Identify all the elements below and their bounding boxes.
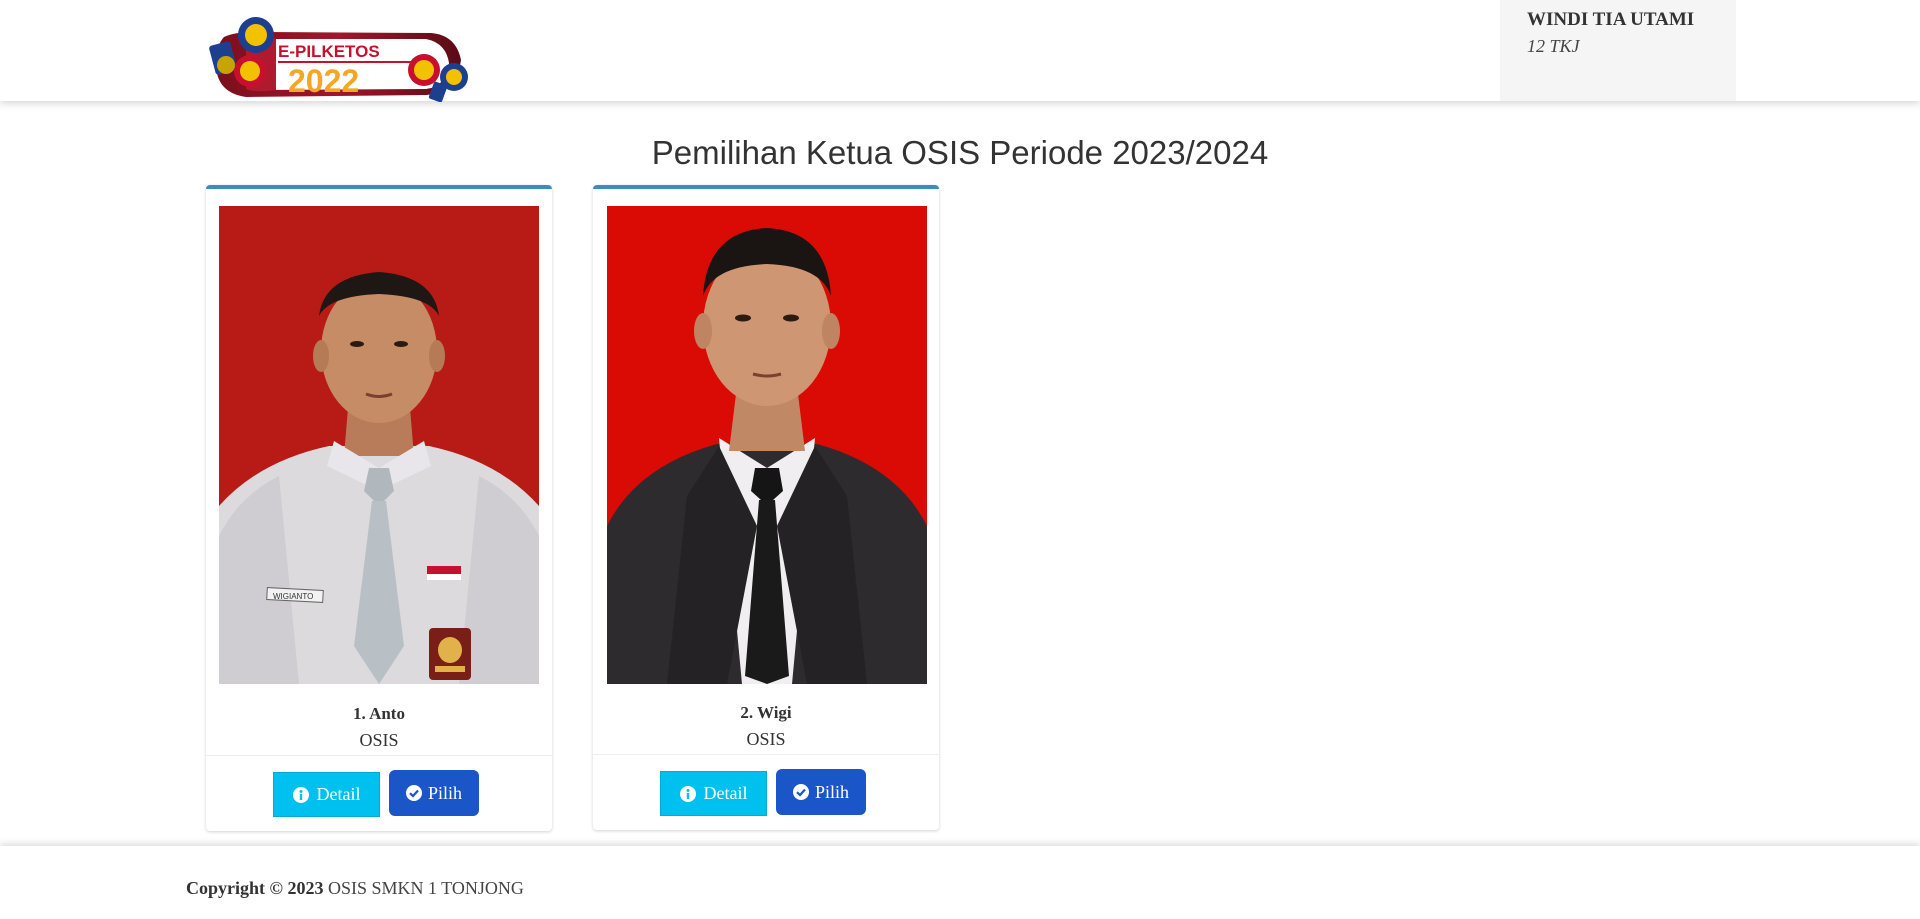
info-circle-icon — [679, 785, 696, 802]
detail-button-label: Detail — [316, 784, 361, 804]
check-circle-icon — [405, 785, 422, 801]
logo-text: E-PILKETOS — [278, 42, 380, 61]
page-title: Pemilihan Ketua OSIS Periode 2023/2024 — [651, 134, 1269, 171]
name-tag-text: WIGIANTO — [273, 592, 313, 601]
organization-name: OSIS SMKN 1 TONJONG — [327, 878, 524, 898]
e-pilketos-logo[interactable]: E-PILKETOS 2022 — [206, 15, 471, 103]
card-divider — [206, 755, 552, 756]
candidate-organization: OSIS — [746, 729, 786, 749]
info-circle-icon — [292, 786, 309, 803]
pilih-button[interactable]: Pilih — [776, 769, 866, 815]
candidate-name: 2. Wigi — [740, 703, 792, 722]
page-footer: Copyright © 2023 OSIS SMKN 1 TONJONG — [0, 846, 1920, 919]
card-divider — [593, 754, 939, 755]
candidate-name: 1. Anto — [353, 704, 405, 723]
detail-button[interactable]: Detail — [273, 772, 380, 817]
copyright-label: Copyright © 2023 — [186, 878, 324, 898]
pilih-button-label: Pilih — [427, 782, 462, 803]
candidate-card: 2. Wigi OSIS Detail Pilih — [593, 185, 939, 830]
candidate-photo: WIGIANTO — [219, 206, 539, 684]
pilih-button[interactable]: Pilih — [389, 770, 479, 816]
user-name: WINDI TIA UTAMI — [1527, 9, 1695, 30]
check-circle-icon — [792, 784, 809, 800]
svg-text:2022: 2022 — [288, 63, 359, 99]
detail-button[interactable]: Detail — [660, 771, 767, 816]
candidate-organization: OSIS — [359, 730, 399, 750]
pilih-button-label: Pilih — [814, 781, 849, 802]
top-navbar: E-PILKETOS 2022 WINDI TIA UTAMI 12 TKJ — [0, 0, 1920, 103]
candidate-photo — [607, 206, 927, 684]
user-class: 12 TKJ — [1527, 36, 1580, 56]
candidate-card: WIGIANTO 1. Anto OSIS Detail Pilih — [206, 185, 552, 831]
user-info-panel[interactable]: WINDI TIA UTAMI 12 TKJ — [1500, 0, 1736, 101]
footer-copyright: Copyright © 2023 OSIS SMKN 1 TONJONG — [186, 878, 524, 899]
detail-button-label: Detail — [703, 783, 748, 803]
